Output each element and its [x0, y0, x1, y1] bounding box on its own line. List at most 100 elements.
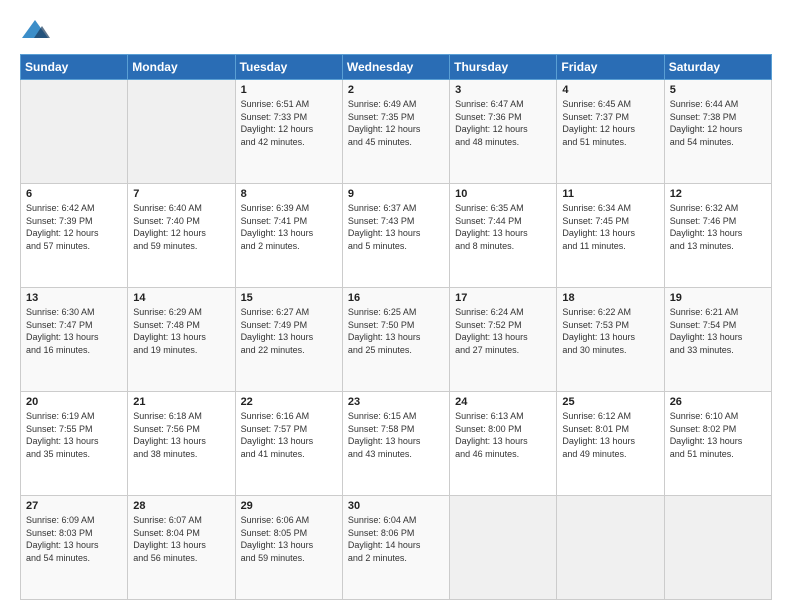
day-info: Sunrise: 6:49 AM Sunset: 7:35 PM Dayligh… — [348, 98, 444, 148]
day-of-week-header: Tuesday — [235, 55, 342, 80]
calendar-cell: 21 Sunrise: 6:18 AM Sunset: 7:56 PM Dayli… — [128, 392, 235, 496]
day-of-week-header: Sunday — [21, 55, 128, 80]
day-number: 9 — [348, 188, 444, 200]
day-info: Sunrise: 6:44 AM Sunset: 7:38 PM Dayligh… — [670, 98, 766, 148]
day-info: Sunrise: 6:22 AM Sunset: 7:53 PM Dayligh… — [562, 306, 658, 356]
calendar-cell: 13 Sunrise: 6:30 AM Sunset: 7:47 PM Dayli… — [21, 288, 128, 392]
page-header — [20, 16, 772, 46]
day-info: Sunrise: 6:27 AM Sunset: 7:49 PM Dayligh… — [241, 306, 337, 356]
day-info: Sunrise: 6:51 AM Sunset: 7:33 PM Dayligh… — [241, 98, 337, 148]
day-info: Sunrise: 6:18 AM Sunset: 7:56 PM Dayligh… — [133, 410, 229, 460]
calendar-cell: 20 Sunrise: 6:19 AM Sunset: 7:55 PM Dayli… — [21, 392, 128, 496]
day-number: 8 — [241, 188, 337, 200]
day-info: Sunrise: 6:07 AM Sunset: 8:04 PM Dayligh… — [133, 514, 229, 564]
calendar-header: SundayMondayTuesdayWednesdayThursdayFrid… — [21, 55, 772, 80]
day-number: 4 — [562, 84, 658, 96]
day-number: 3 — [455, 84, 551, 96]
calendar-week-row: 1 Sunrise: 6:51 AM Sunset: 7:33 PM Daylig… — [21, 80, 772, 184]
calendar-cell: 25 Sunrise: 6:12 AM Sunset: 8:01 PM Dayli… — [557, 392, 664, 496]
day-number: 10 — [455, 188, 551, 200]
day-number: 25 — [562, 396, 658, 408]
day-number: 13 — [26, 292, 122, 304]
calendar-cell: 19Sunrise: 6:21 AM Sunset: 7:54 PM Dayli… — [664, 288, 771, 392]
day-number: 20 — [26, 396, 122, 408]
calendar-cell: 12 Sunrise: 6:32 AM Sunset: 7:46 PM Dayli… — [664, 184, 771, 288]
day-info: Sunrise: 6:32 AM Sunset: 7:46 PM Dayligh… — [670, 202, 766, 252]
day-info: Sunrise: 6:25 AM Sunset: 7:50 PM Dayligh… — [348, 306, 444, 356]
day-info: Sunrise: 6:30 AM Sunset: 7:47 PM Dayligh… — [26, 306, 122, 356]
day-number: 14 — [133, 292, 229, 304]
calendar-cell: 11Sunrise: 6:34 AM Sunset: 7:45 PM Dayli… — [557, 184, 664, 288]
calendar-cell — [128, 80, 235, 184]
day-number: 30 — [348, 500, 444, 512]
day-info: Sunrise: 6:37 AM Sunset: 7:43 PM Dayligh… — [348, 202, 444, 252]
day-info: Sunrise: 6:40 AM Sunset: 7:40 PM Dayligh… — [133, 202, 229, 252]
day-number: 1 — [241, 84, 337, 96]
day-info: Sunrise: 6:35 AM Sunset: 7:44 PM Dayligh… — [455, 202, 551, 252]
calendar-week-row: 27 Sunrise: 6:09 AM Sunset: 8:03 PM Dayli… — [21, 496, 772, 600]
logo — [20, 16, 54, 46]
day-info: Sunrise: 6:29 AM Sunset: 7:48 PM Dayligh… — [133, 306, 229, 356]
calendar-cell — [21, 80, 128, 184]
calendar-cell: 6 Sunrise: 6:42 AM Sunset: 7:39 PM Daylig… — [21, 184, 128, 288]
calendar-cell — [450, 496, 557, 600]
calendar-cell: 27 Sunrise: 6:09 AM Sunset: 8:03 PM Dayli… — [21, 496, 128, 600]
day-info: Sunrise: 6:42 AM Sunset: 7:39 PM Dayligh… — [26, 202, 122, 252]
calendar-cell: 9 Sunrise: 6:37 AM Sunset: 7:43 PM Daylig… — [342, 184, 449, 288]
day-number: 12 — [670, 188, 766, 200]
calendar-body: 1 Sunrise: 6:51 AM Sunset: 7:33 PM Daylig… — [21, 80, 772, 600]
calendar-cell: 2Sunrise: 6:49 AM Sunset: 7:35 PM Daylig… — [342, 80, 449, 184]
day-number: 17 — [455, 292, 551, 304]
day-number: 18 — [562, 292, 658, 304]
day-number: 11 — [562, 188, 658, 200]
day-number: 15 — [241, 292, 337, 304]
calendar-cell: 15 Sunrise: 6:27 AM Sunset: 7:49 PM Dayli… — [235, 288, 342, 392]
calendar-cell: 10 Sunrise: 6:35 AM Sunset: 7:44 PM Dayli… — [450, 184, 557, 288]
day-info: Sunrise: 6:47 AM Sunset: 7:36 PM Dayligh… — [455, 98, 551, 148]
day-info: Sunrise: 6:10 AM Sunset: 8:02 PM Dayligh… — [670, 410, 766, 460]
calendar-cell: 23 Sunrise: 6:15 AM Sunset: 7:58 PM Dayli… — [342, 392, 449, 496]
calendar-cell — [557, 496, 664, 600]
logo-icon — [20, 16, 50, 46]
calendar-cell: 14 Sunrise: 6:29 AM Sunset: 7:48 PM Dayli… — [128, 288, 235, 392]
calendar-cell: 24 Sunrise: 6:13 AM Sunset: 8:00 PM Dayli… — [450, 392, 557, 496]
calendar-cell: 18 Sunrise: 6:22 AM Sunset: 7:53 PM Dayli… — [557, 288, 664, 392]
day-number: 24 — [455, 396, 551, 408]
calendar-cell: 26 Sunrise: 6:10 AM Sunset: 8:02 PM Dayli… — [664, 392, 771, 496]
day-of-week-header: Wednesday — [342, 55, 449, 80]
day-info: Sunrise: 6:12 AM Sunset: 8:01 PM Dayligh… — [562, 410, 658, 460]
day-number: 6 — [26, 188, 122, 200]
day-number: 28 — [133, 500, 229, 512]
day-number: 7 — [133, 188, 229, 200]
calendar-cell: 29 Sunrise: 6:06 AM Sunset: 8:05 PM Dayli… — [235, 496, 342, 600]
calendar-cell: 30Sunrise: 6:04 AM Sunset: 8:06 PM Dayli… — [342, 496, 449, 600]
day-of-week-header: Friday — [557, 55, 664, 80]
day-info: Sunrise: 6:21 AM Sunset: 7:54 PM Dayligh… — [670, 306, 766, 356]
calendar-week-row: 20 Sunrise: 6:19 AM Sunset: 7:55 PM Dayli… — [21, 392, 772, 496]
day-info: Sunrise: 6:39 AM Sunset: 7:41 PM Dayligh… — [241, 202, 337, 252]
day-info: Sunrise: 6:24 AM Sunset: 7:52 PM Dayligh… — [455, 306, 551, 356]
calendar-cell: 28 Sunrise: 6:07 AM Sunset: 8:04 PM Dayli… — [128, 496, 235, 600]
day-info: Sunrise: 6:45 AM Sunset: 7:37 PM Dayligh… — [562, 98, 658, 148]
day-of-week-header: Saturday — [664, 55, 771, 80]
day-of-week-header: Monday — [128, 55, 235, 80]
day-info: Sunrise: 6:15 AM Sunset: 7:58 PM Dayligh… — [348, 410, 444, 460]
day-number: 29 — [241, 500, 337, 512]
day-number: 16 — [348, 292, 444, 304]
day-number: 23 — [348, 396, 444, 408]
day-of-week-header: Thursday — [450, 55, 557, 80]
day-number: 26 — [670, 396, 766, 408]
day-info: Sunrise: 6:13 AM Sunset: 8:00 PM Dayligh… — [455, 410, 551, 460]
calendar-cell: 8 Sunrise: 6:39 AM Sunset: 7:41 PM Daylig… — [235, 184, 342, 288]
day-info: Sunrise: 6:09 AM Sunset: 8:03 PM Dayligh… — [26, 514, 122, 564]
day-info: Sunrise: 6:19 AM Sunset: 7:55 PM Dayligh… — [26, 410, 122, 460]
day-number: 21 — [133, 396, 229, 408]
day-number: 27 — [26, 500, 122, 512]
day-info: Sunrise: 6:06 AM Sunset: 8:05 PM Dayligh… — [241, 514, 337, 564]
day-info: Sunrise: 6:16 AM Sunset: 7:57 PM Dayligh… — [241, 410, 337, 460]
calendar-week-row: 13 Sunrise: 6:30 AM Sunset: 7:47 PM Dayli… — [21, 288, 772, 392]
calendar-cell: 1 Sunrise: 6:51 AM Sunset: 7:33 PM Daylig… — [235, 80, 342, 184]
calendar-cell: 17 Sunrise: 6:24 AM Sunset: 7:52 PM Dayli… — [450, 288, 557, 392]
calendar-cell: 4 Sunrise: 6:45 AM Sunset: 7:37 PM Daylig… — [557, 80, 664, 184]
calendar-header-row: SundayMondayTuesdayWednesdayThursdayFrid… — [21, 55, 772, 80]
